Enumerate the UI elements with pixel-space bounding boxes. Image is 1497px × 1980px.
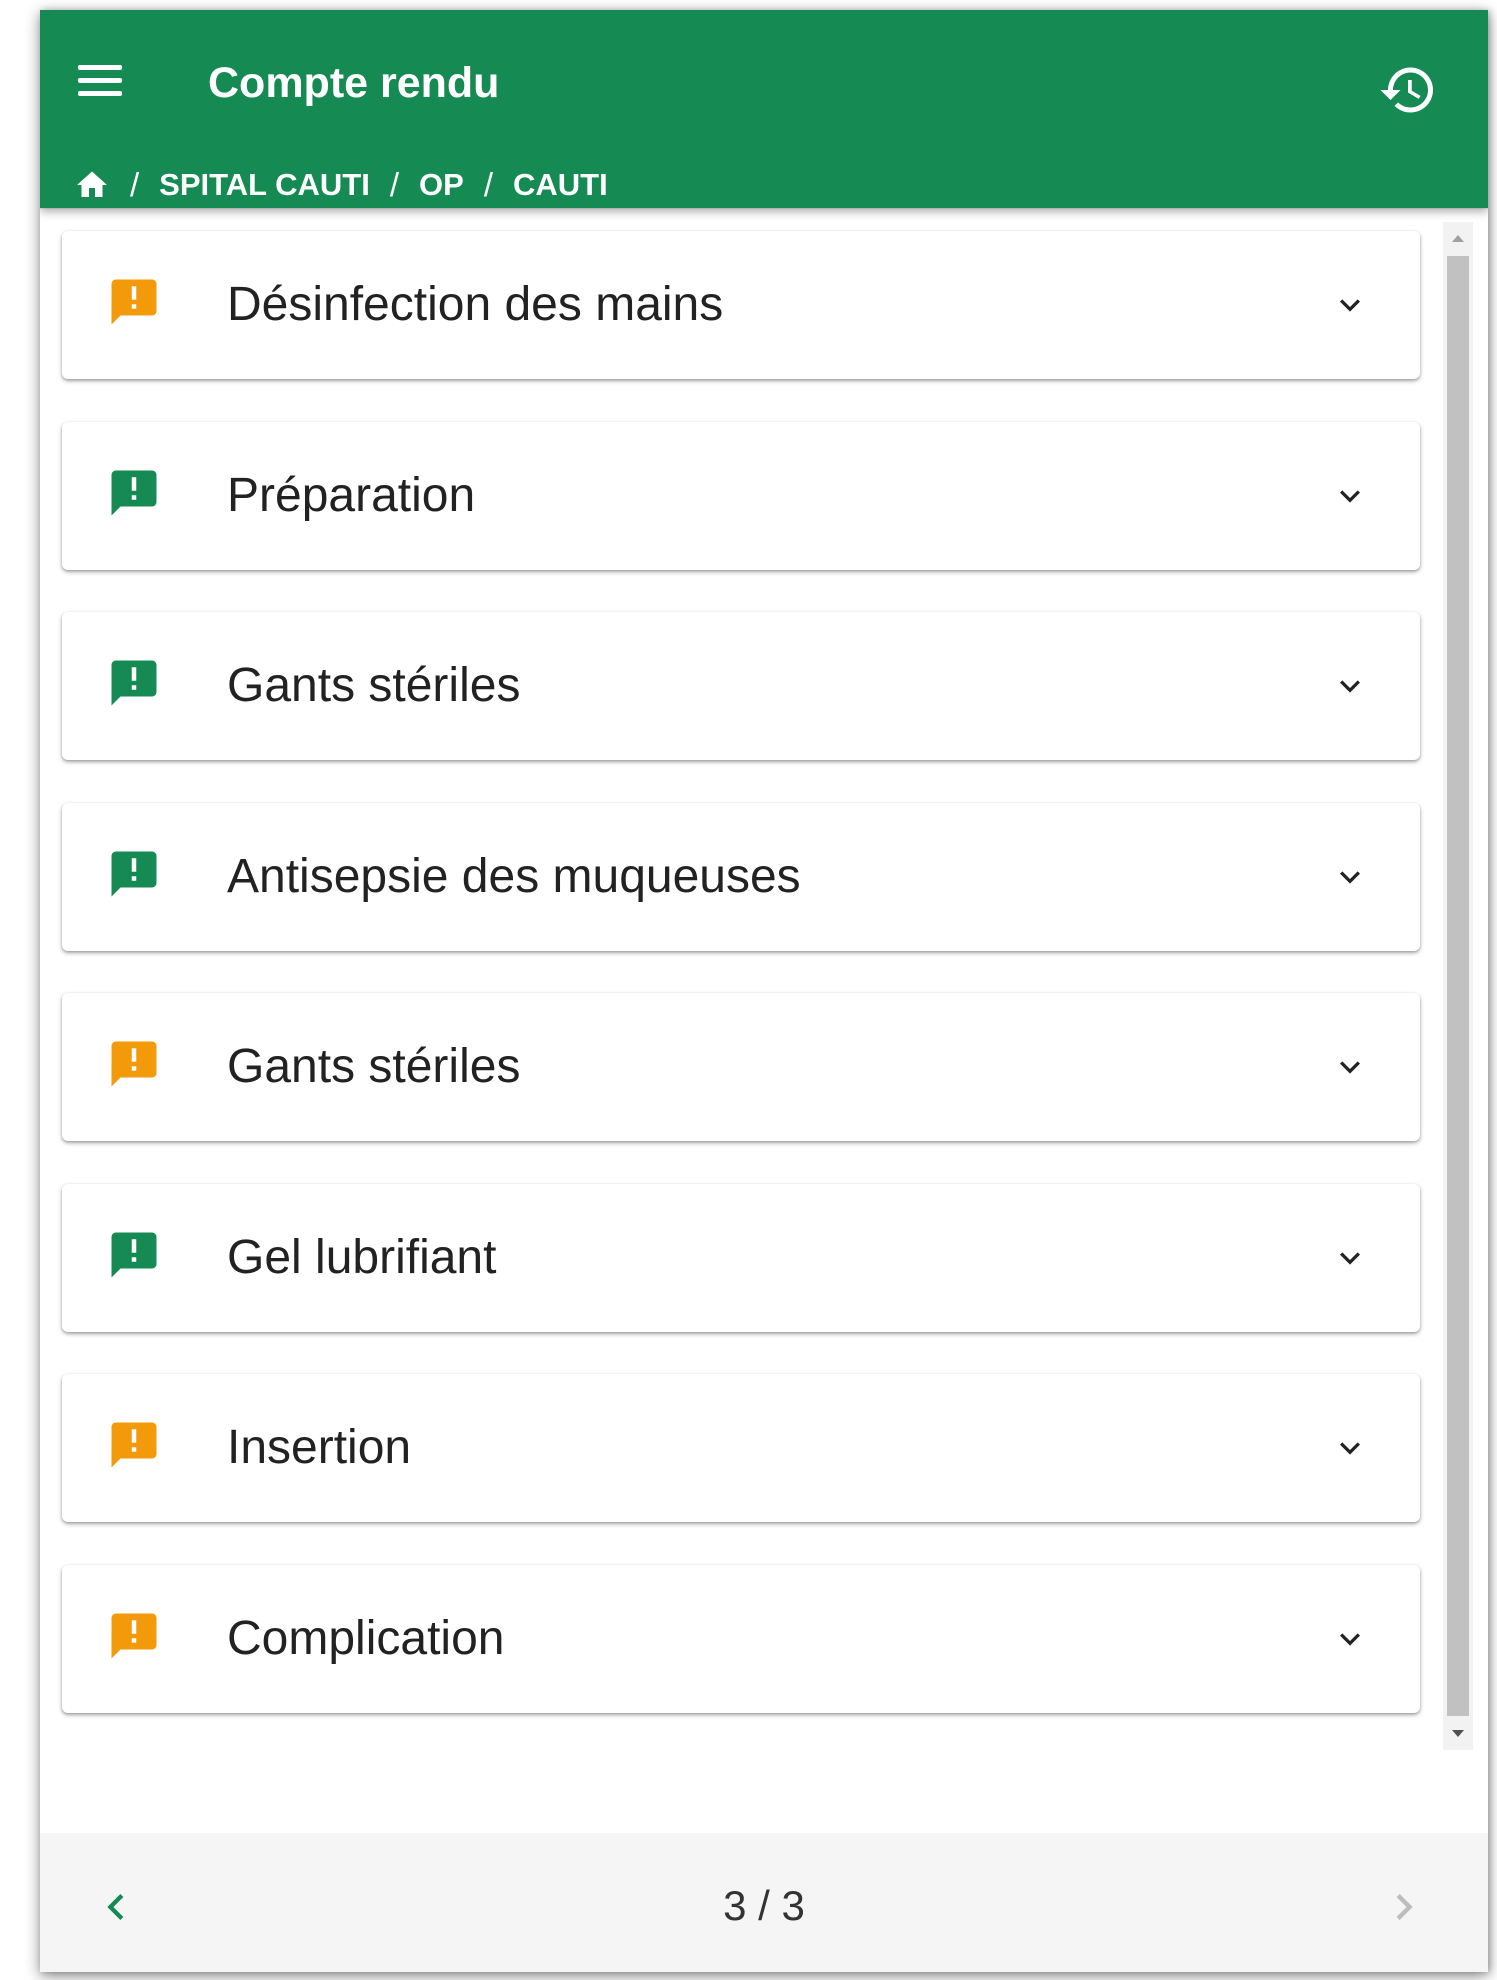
section-label: Préparation [227,468,476,522]
feedback-icon [111,1422,157,1468]
scroll-up-arrow-icon[interactable] [1443,222,1473,254]
section-card[interactable]: Gants stériles [62,612,1420,760]
section-card[interactable]: Gants stériles [62,993,1420,1141]
pagination-bar: 3 / 3 [40,1833,1488,1972]
history-icon [1380,67,1433,113]
breadcrumb-separator: / [389,166,400,203]
section-card[interactable]: Désinfection des mains [62,231,1420,379]
breadcrumb-separator: / [130,166,140,203]
breadcrumb-separator: / [483,166,494,203]
section-label: Antisepsie des muqueuses [227,849,801,903]
history-button[interactable] [1378,60,1438,120]
section-list: Désinfection des mains Préparation Gants s… [40,208,1488,1833]
section-card[interactable]: Complication [62,1564,1420,1713]
menu-button[interactable] [78,52,134,108]
feedback-icon [111,851,157,896]
section-card[interactable]: Gel lubrifiant [62,1183,1420,1332]
section-label: Gants stériles [227,1040,521,1093]
chevron-down-icon[interactable] [1330,666,1370,706]
app-header: Compte rendu / SPITAL CAUTI / OP / CAUTI [40,10,1488,208]
chevron-down-icon[interactable] [1330,857,1370,897]
chevron-down-icon[interactable] [1330,476,1370,516]
chevron-right-icon [1396,1894,1413,1920]
breadcrumb: / SPITAL CAUTI / OP / CAUTI [74,160,608,210]
scroll-down-arrow-icon[interactable] [1443,1718,1473,1750]
breadcrumb-item-spital-cauti[interactable]: SPITAL CAUTI [159,167,370,203]
chevron-down-icon[interactable] [1330,285,1370,325]
chevron-down-icon[interactable] [1330,1619,1370,1659]
feedback-icon [111,1041,157,1087]
section-card[interactable]: Antisepsie des muqueuses [62,802,1420,951]
feedback-icon [111,660,157,706]
next-page-button[interactable] [1378,1881,1430,1933]
menu-icon-bar [78,64,122,70]
scrollbar[interactable] [1443,222,1473,1750]
breadcrumb-item-op[interactable]: OP [419,167,464,203]
chevron-down-icon[interactable] [1330,1428,1370,1468]
section-label: Insertion [227,1421,412,1474]
page-title: Compte rendu [208,59,500,107]
page-indicator: 3 / 3 [723,1882,805,1929]
section-label: Gants stériles [227,659,521,712]
breadcrumb-item-cauti[interactable]: CAUTI [513,167,608,203]
section-label: Désinfection des mains [227,278,724,331]
home-icon[interactable] [74,167,110,203]
section-label: Complication [227,1611,505,1665]
feedback-icon [111,279,157,325]
section-label: Gel lubrifiant [227,1230,497,1284]
scrollbar-thumb[interactable] [1447,256,1469,1716]
menu-icon-bar [78,77,122,83]
feedback-icon [111,1232,157,1277]
chevron-down-icon[interactable] [1330,1238,1370,1278]
app-window: Compte rendu / SPITAL CAUTI / OP / CAUTI… [40,10,1488,1972]
section-card[interactable]: Préparation [62,421,1420,570]
section-card[interactable]: Insertion [62,1374,1420,1522]
feedback-icon [111,1613,157,1658]
feedback-icon [111,470,157,515]
chevron-down-icon[interactable] [1330,1047,1370,1087]
menu-icon-bar [78,90,122,96]
